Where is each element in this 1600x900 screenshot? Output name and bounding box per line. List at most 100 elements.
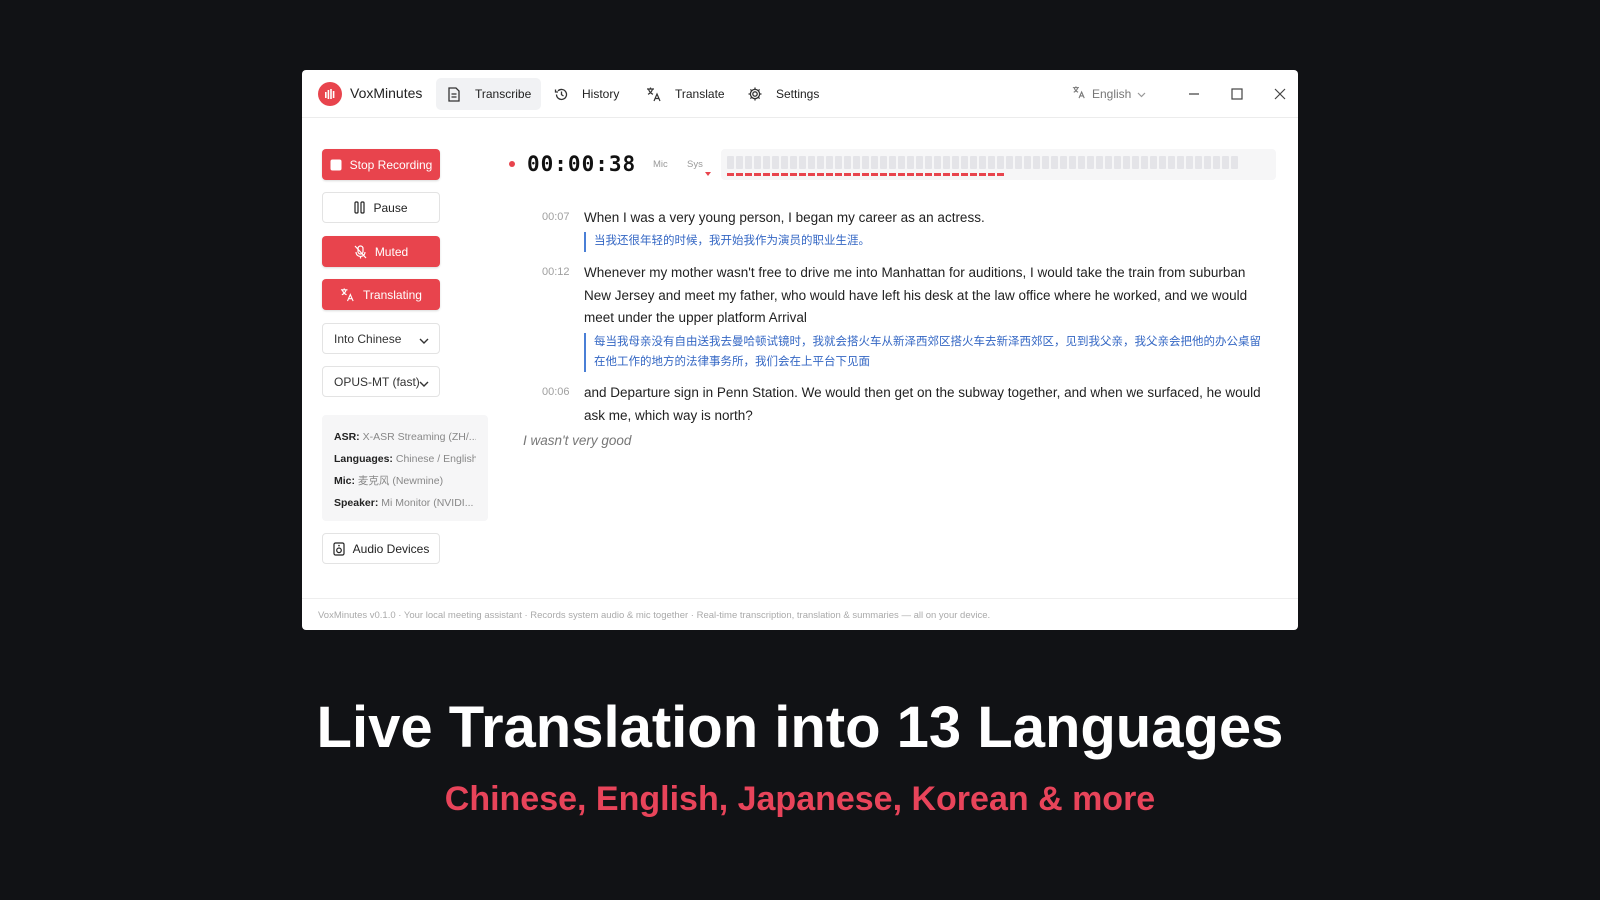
meter-level-segment [754,173,761,176]
model-value: OPUS-MT (fast) [334,374,420,389]
segment-translation: 当我还很年轻的时候，我开始我作为演员的职业生涯。 [584,232,1264,252]
chevron-down-icon [419,334,429,348]
pause-button[interactable]: Pause [322,192,440,223]
meter-level-segment [889,173,896,176]
segment-timestamp: 00:12 [542,266,570,278]
meter-bar [1033,156,1040,169]
segment-text: Whenever my mother wasn't free to drive … [584,265,1248,325]
meter-bar [1177,156,1184,169]
meter-bar [1132,156,1139,169]
mic-level-label: Mic [653,159,668,170]
meter-bar [727,156,734,169]
sys-level-marker [705,172,711,176]
meter-bar [1105,156,1112,169]
tab-label: Transcribe [475,87,532,101]
history-icon [553,86,569,102]
meter-bar [961,156,968,169]
recording-indicator [509,161,515,167]
meter-bar [916,156,923,169]
maximize-button[interactable] [1225,82,1249,106]
meter-level-segment [799,173,806,176]
close-icon [1274,88,1286,100]
meter-bar [1015,156,1022,169]
meter-level-segment [916,173,923,176]
meter-bar [817,156,824,169]
muted-button[interactable]: Muted [322,236,440,267]
meter-bar [1195,156,1202,169]
language-selector[interactable]: English [1072,85,1146,102]
translating-label: Translating [363,287,422,302]
tab-settings[interactable]: Settings [737,78,829,110]
meter-level-segment [826,173,833,176]
meter-level-segment [997,173,1004,176]
tab-label: Settings [776,87,820,101]
meter-bar [826,156,833,169]
meter-level-segment [772,173,779,176]
partial-transcript: I wasn't very good [523,433,632,448]
audio-devices-button[interactable]: Audio Devices [322,533,440,564]
chevron-down-icon [1137,87,1146,101]
meter-bar [1087,156,1094,169]
meter-bar [808,156,815,169]
meter-bar [1006,156,1013,169]
muted-label: Muted [374,244,409,259]
app-window: VoxMinutes Transcribe History Translate … [302,70,1298,630]
minimize-button[interactable] [1182,82,1206,106]
stop-recording-button[interactable]: Stop Recording [322,149,440,180]
language-label: English [1092,86,1132,101]
meter-level-segment [988,173,995,176]
meter-bar [1204,156,1211,169]
speaker-icon [333,541,345,556]
stop-recording-label: Stop Recording [349,157,433,172]
close-button[interactable] [1268,82,1292,106]
meter-level-segment [970,173,977,176]
meter-bar [1168,156,1175,169]
meter-level-segment [925,173,932,176]
languages-info: Languages: Chinese / English [334,453,476,465]
app-logo-icon [318,82,342,106]
meter-bar [1231,156,1238,169]
app-name: VoxMinutes [350,85,423,101]
segment-timestamp: 00:07 [542,211,570,223]
speaker-info: Speaker: Mi Monitor (NVIDI... [334,497,474,509]
tab-history[interactable]: History [543,78,629,110]
tab-translate[interactable]: Translate [636,78,735,110]
target-language-select[interactable]: Into Chinese [322,323,440,354]
recording-timer: 00:00:38 [527,152,637,176]
maximize-icon [1231,88,1243,100]
meter-bar [772,156,779,169]
meter-bar [1051,156,1058,169]
footer-text: VoxMinutes v0.1.0 · Your local meeting a… [302,598,1298,630]
meter-level-segment [790,173,797,176]
meter-bar [763,156,770,169]
meter-level-segment [853,173,860,176]
meter-bar [1222,156,1229,169]
meter-bar [979,156,986,169]
meter-level-segment [808,173,815,176]
translate-icon [340,287,355,302]
chevron-down-icon [419,377,429,391]
meter-bar [1114,156,1121,169]
meter-level-segment [817,173,824,176]
meter-bar [889,156,896,169]
translating-button[interactable]: Translating [322,279,440,310]
mic-info: Mic: 麦克风 (Newmine) [334,475,444,487]
model-select[interactable]: OPUS-MT (fast) [322,366,440,397]
meter-bar [1186,156,1193,169]
asr-info: ASR: X-ASR Streaming (ZH/... [334,431,476,443]
audio-devices-label: Audio Devices [352,541,430,556]
translate-icon [646,86,662,102]
meter-level-segment [844,173,851,176]
meter-bar [1078,156,1085,169]
meter-bar [1123,156,1130,169]
tab-transcribe[interactable]: Transcribe [436,78,542,110]
meter-bar [1150,156,1157,169]
meter-bar [844,156,851,169]
pause-icon [354,201,366,214]
meter-level-segment [943,173,950,176]
meter-level-segment [952,173,959,176]
pause-label: Pause [373,200,408,215]
meter-bar [907,156,914,169]
meter-bar [943,156,950,169]
meter-bar [898,156,905,169]
